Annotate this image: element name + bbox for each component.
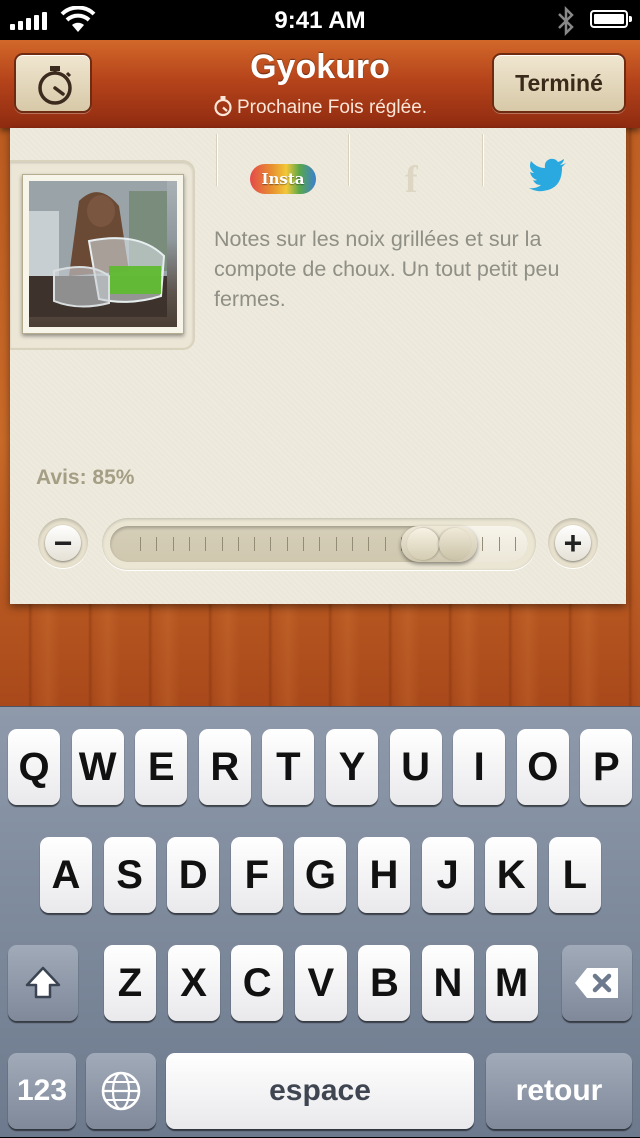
key-n[interactable]: N xyxy=(422,945,474,1021)
globe-icon xyxy=(101,1071,141,1111)
rating-slider[interactable] xyxy=(102,518,536,570)
tea-note-card: Insta f Notes sur les noix grillées et s… xyxy=(10,128,626,604)
photo-frame xyxy=(10,160,195,350)
key-w[interactable]: W xyxy=(71,729,124,805)
key-i[interactable]: I xyxy=(453,729,506,805)
key-s[interactable]: S xyxy=(103,837,156,913)
key-f[interactable]: F xyxy=(230,837,283,913)
rating-slider-tick xyxy=(368,537,370,551)
rating-slider-tick xyxy=(172,537,174,551)
rating-slider-tick xyxy=(270,537,272,551)
key-e[interactable]: E xyxy=(135,729,188,805)
facebook-share-button[interactable]: f xyxy=(405,158,418,202)
done-button[interactable]: Terminé xyxy=(492,53,626,113)
share-divider xyxy=(482,134,483,186)
key-q[interactable]: Q xyxy=(8,729,60,805)
bluetooth-icon xyxy=(558,6,574,36)
stopwatch-small-icon xyxy=(214,96,232,117)
rating-slider-tick xyxy=(140,537,141,551)
rating-slider-tick xyxy=(286,537,288,551)
key-u[interactable]: U xyxy=(389,729,442,805)
key-h[interactable]: H xyxy=(358,837,410,913)
key-l[interactable]: L xyxy=(548,837,601,913)
shift-key[interactable] xyxy=(8,945,78,1021)
key-r[interactable]: R xyxy=(198,729,251,805)
status-bar: 9:41 AM xyxy=(0,0,640,40)
delete-key[interactable] xyxy=(562,945,632,1021)
key-c[interactable]: C xyxy=(231,945,284,1021)
subtitle-text: Prochaine Fois réglée. xyxy=(236,97,428,118)
timer-button[interactable] xyxy=(14,53,92,113)
decrease-rating-button[interactable]: − xyxy=(38,518,88,568)
rating-slider-tick xyxy=(498,537,500,551)
twitter-bird-icon[interactable] xyxy=(528,158,568,192)
key-o[interactable]: O xyxy=(516,729,569,805)
battery-icon xyxy=(590,10,632,28)
rating-label: Avis: 85% xyxy=(36,466,135,489)
numbers-key[interactable]: 123 xyxy=(8,1053,76,1129)
rating-slider-tick xyxy=(254,537,256,551)
tasting-notes[interactable]: Notes sur les noix grillées et sur la co… xyxy=(214,224,604,314)
space-key[interactable]: espace xyxy=(166,1053,474,1129)
keyboard: Q W E R T Y U I O P A S D F G H J K L Z X C V B N M 123 espace retou… xyxy=(0,706,640,1137)
navigation-bar: Gyokuro Prochaine Fois réglée. Terminé xyxy=(0,40,640,128)
key-b[interactable]: B xyxy=(358,945,411,1021)
rating-slider-tick xyxy=(319,537,321,551)
rating-slider-tick xyxy=(205,537,207,551)
rating-slider-tick xyxy=(351,537,353,551)
rating-slider-tick xyxy=(221,537,223,551)
page-subtitle: Prochaine Fois réglée. xyxy=(150,95,490,119)
key-y[interactable]: Y xyxy=(326,729,378,805)
rating-slider-tick xyxy=(156,537,158,551)
key-a[interactable]: A xyxy=(40,837,92,913)
page-title: Gyokuro xyxy=(250,48,390,86)
shift-arrow-icon xyxy=(25,966,61,999)
status-time: 9:41 AM xyxy=(274,7,366,34)
rating-slider-tick xyxy=(384,537,386,551)
rating-slider-tick xyxy=(188,537,190,551)
share-divider xyxy=(216,134,217,186)
key-x[interactable]: X xyxy=(167,945,220,1021)
key-z[interactable]: Z xyxy=(104,945,156,1021)
key-j[interactable]: J xyxy=(421,837,474,913)
instagram-share-button[interactable]: Insta xyxy=(250,164,316,194)
key-p[interactable]: P xyxy=(580,729,633,805)
rating-slider-thumb[interactable] xyxy=(401,526,477,562)
plus-icon: + xyxy=(563,525,583,561)
key-k[interactable]: K xyxy=(485,837,538,913)
minus-icon: − xyxy=(53,525,73,561)
tea-photo[interactable] xyxy=(22,174,184,334)
globe-key[interactable] xyxy=(86,1053,156,1129)
key-m[interactable]: M xyxy=(485,945,538,1021)
backspace-icon xyxy=(575,968,618,998)
rating-slider-tick xyxy=(335,537,337,551)
return-key[interactable]: retour xyxy=(486,1053,632,1129)
increase-rating-button[interactable]: + xyxy=(548,518,598,568)
key-v[interactable]: V xyxy=(294,945,347,1021)
key-d[interactable]: D xyxy=(167,837,220,913)
key-t[interactable]: T xyxy=(262,729,315,805)
rating-slider-tick xyxy=(237,537,239,551)
share-divider xyxy=(348,134,349,186)
rating-slider-tick xyxy=(303,537,304,551)
rating-slider-tick xyxy=(514,537,516,551)
stopwatch-icon xyxy=(38,66,72,105)
tea-photo-image xyxy=(29,181,177,327)
rating-slider-tick xyxy=(482,537,484,551)
key-g[interactable]: G xyxy=(294,837,347,913)
